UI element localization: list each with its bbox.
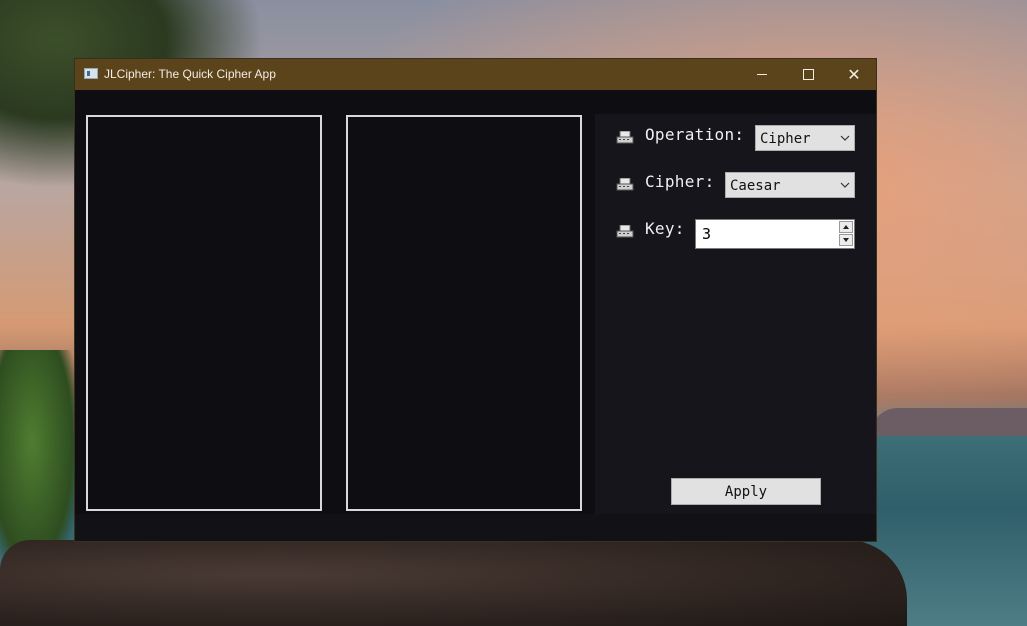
- chevron-down-icon: [843, 238, 849, 242]
- background-rocks: [0, 540, 907, 626]
- cipher-dropdown[interactable]: Caesar: [725, 172, 855, 198]
- settings-panel: Operation: Cipher Cipher: Caesar Key: 3 …: [595, 114, 876, 514]
- key-value: 3: [702, 225, 712, 243]
- output-text-area[interactable]: [346, 115, 582, 511]
- close-icon: ✕: [847, 66, 861, 84]
- input-text-area[interactable]: [86, 115, 322, 511]
- chevron-down-icon: [840, 131, 850, 141]
- chevron-up-icon: [843, 225, 849, 229]
- operation-row: Operation: Cipher: [595, 120, 876, 151]
- minimize-icon: [757, 74, 767, 75]
- keyboard-icon: [616, 176, 634, 191]
- cipher-row: Cipher: Caesar: [595, 167, 876, 198]
- key-label: Key:: [645, 219, 685, 238]
- minimize-button[interactable]: [739, 59, 785, 90]
- spin-up-button[interactable]: [839, 221, 853, 233]
- keyboard-icon: [616, 223, 634, 238]
- maximize-icon: [802, 69, 814, 80]
- operation-value: Cipher: [760, 131, 811, 147]
- key-row: Key: 3: [595, 214, 876, 249]
- operation-label: Operation:: [645, 125, 745, 144]
- key-spinbox[interactable]: 3: [695, 219, 855, 249]
- app-window: JLCipher: The Quick Cipher App ✕ Operati…: [75, 59, 876, 541]
- operation-dropdown[interactable]: Cipher: [755, 125, 855, 151]
- maximize-button[interactable]: [785, 59, 831, 90]
- chevron-down-icon: [840, 178, 850, 188]
- spin-down-button[interactable]: [839, 234, 853, 246]
- window-title: JLCipher: The Quick Cipher App: [104, 67, 276, 81]
- close-button[interactable]: ✕: [831, 59, 877, 90]
- cipher-value: Caesar: [730, 178, 781, 194]
- background-mountain: [870, 408, 1027, 436]
- title-bar[interactable]: JLCipher: The Quick Cipher App ✕: [75, 59, 876, 90]
- keyboard-icon: [616, 129, 634, 144]
- client-area: Operation: Cipher Cipher: Caesar Key: 3 …: [75, 90, 876, 541]
- app-icon: [84, 68, 98, 79]
- status-bar: [75, 514, 876, 541]
- cipher-label: Cipher:: [645, 172, 715, 191]
- apply-button[interactable]: Apply: [671, 478, 821, 505]
